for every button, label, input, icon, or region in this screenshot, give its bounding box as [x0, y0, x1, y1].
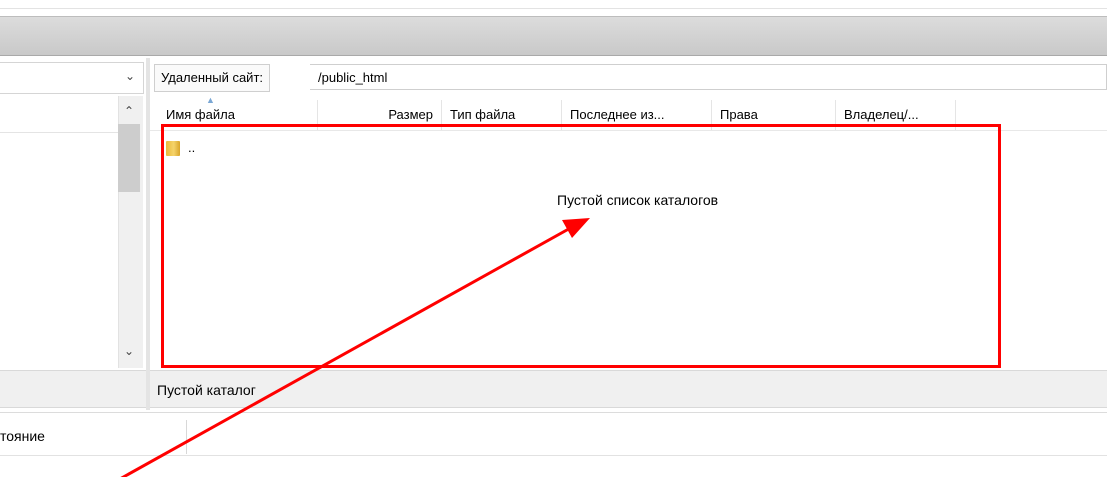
annotation-arrow-line [120, 224, 575, 477]
annotation-arrow [120, 218, 590, 477]
annotation-arrow-head [562, 218, 590, 238]
